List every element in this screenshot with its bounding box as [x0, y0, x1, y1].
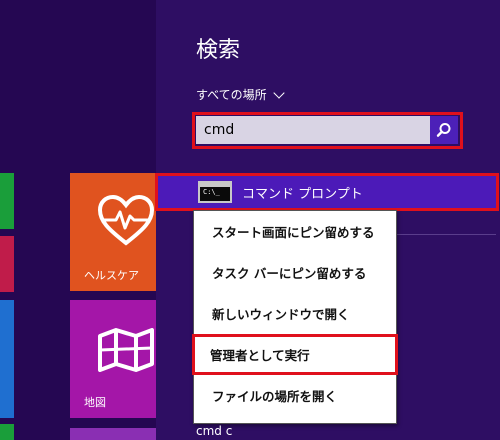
magnifier-icon	[436, 123, 451, 137]
tile-red[interactable]	[0, 236, 14, 292]
tile-health[interactable]: ヘルスケア	[70, 173, 156, 291]
menu-item-pin-to-taskbar[interactable]: タスク バーにピン留めする	[194, 252, 396, 293]
tile-health-label: ヘルスケア	[84, 269, 139, 282]
menu-item-pin-to-start[interactable]: スタート画面にピン留めする	[194, 211, 396, 252]
tile-blue[interactable]	[0, 300, 14, 418]
search-scope-label: すべての場所	[196, 88, 267, 102]
search-button[interactable]	[430, 116, 458, 144]
tile-bottom-purple[interactable]	[70, 428, 156, 440]
search-suggestion-text[interactable]: cmd c	[196, 424, 232, 438]
menu-item-run-as-admin[interactable]: 管理者として実行	[192, 334, 398, 375]
tile-maps-label: 地図	[84, 396, 106, 409]
menu-item-open-file-location[interactable]: ファイルの場所を開く	[194, 375, 396, 416]
menu-item-open-new-window[interactable]: 新しいウィンドウで開く	[194, 293, 396, 334]
chevron-down-icon	[273, 86, 285, 99]
tile-bottom-green[interactable]	[0, 424, 14, 440]
search-title: 検索	[196, 38, 241, 63]
search-input[interactable]	[196, 121, 430, 139]
tile-maps[interactable]: 地図	[70, 300, 156, 418]
tile-green[interactable]	[0, 173, 14, 229]
map-icon	[98, 328, 154, 372]
context-menu: スタート画面にピン留めする タスク バーにピン留めする 新しいウィンドウで開く …	[192, 210, 398, 424]
search-scope-dropdown[interactable]: すべての場所	[196, 86, 285, 103]
search-result-highlight	[155, 173, 499, 211]
heart-pulse-icon	[98, 195, 154, 246]
search-box	[196, 116, 458, 144]
